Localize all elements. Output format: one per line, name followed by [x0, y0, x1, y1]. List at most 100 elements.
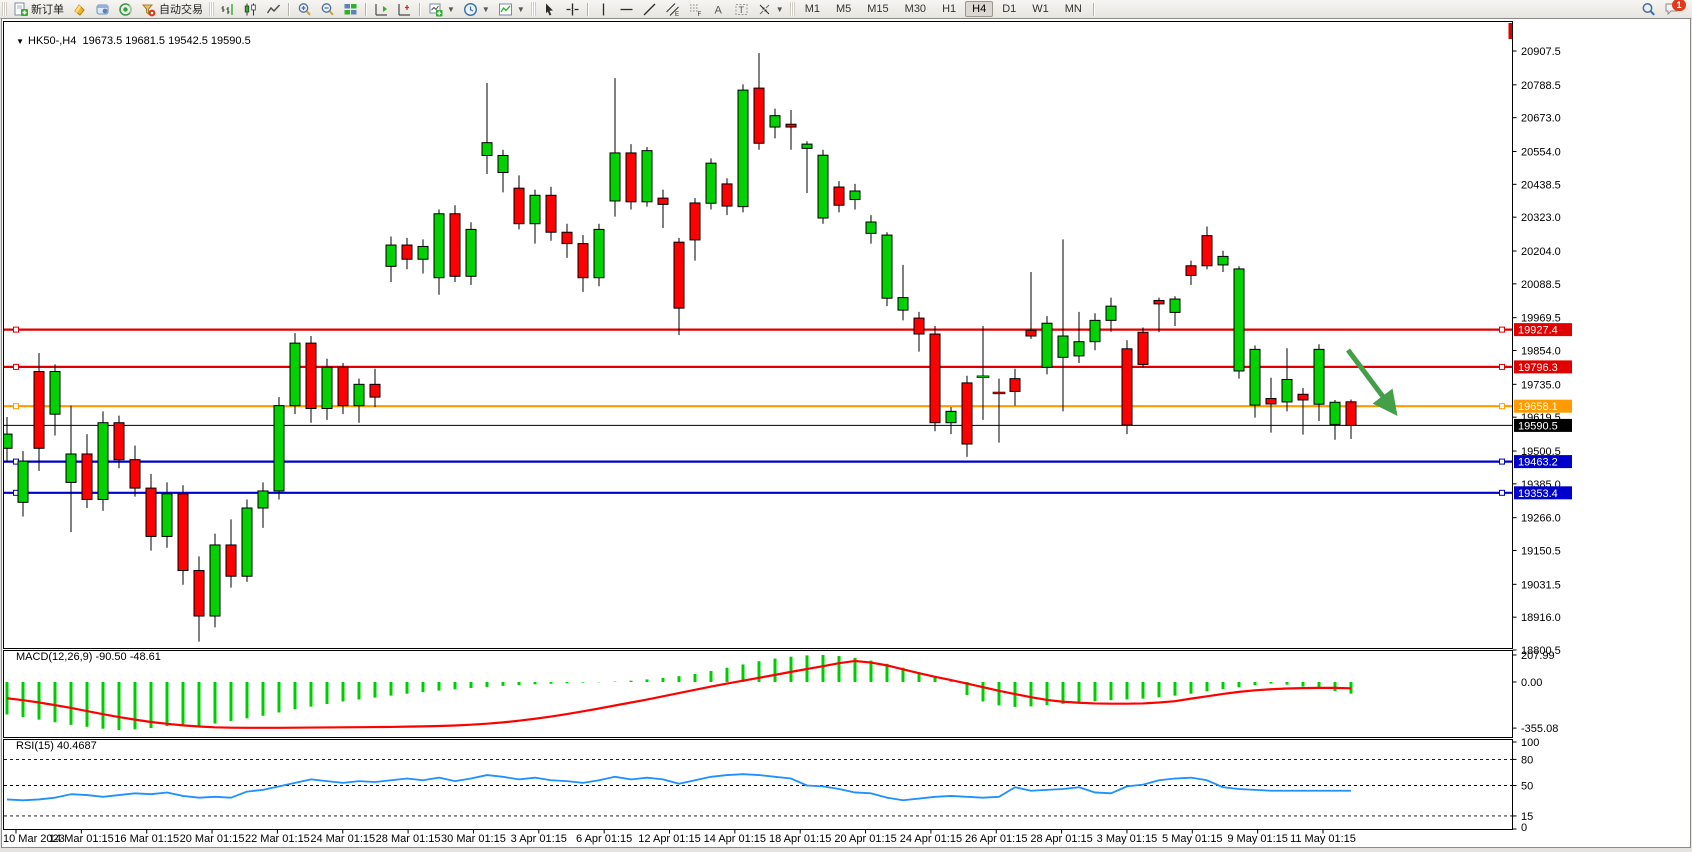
- fibonacci-tool[interactable]: F: [684, 1, 707, 17]
- line-handle[interactable]: [14, 364, 19, 369]
- new-order-label: 新订单: [31, 1, 64, 17]
- axis-marker: [1509, 23, 1513, 39]
- timeframe-button-w1[interactable]: W1: [1025, 1, 1056, 17]
- chart-shift-icon: [397, 2, 412, 17]
- candle-body: [594, 229, 604, 277]
- candle-body: [882, 235, 892, 298]
- line-handle[interactable]: [1500, 404, 1505, 409]
- data-window-button[interactable]: [91, 1, 114, 17]
- autotrade-button[interactable]: 自动交易: [137, 1, 207, 17]
- template-dropdown[interactable]: ▼: [494, 1, 529, 17]
- axis-price-box-label: 19658.1: [1518, 401, 1558, 413]
- line-handle[interactable]: [1500, 364, 1505, 369]
- date-axis-label: 3 Apr 01:15: [511, 833, 567, 845]
- horizontal-line-tool[interactable]: [615, 1, 638, 17]
- clock-icon: [463, 2, 478, 17]
- chart-canvas[interactable]: 20907.520788.520673.020554.020438.520323…: [0, 18, 1692, 852]
- trendline-tool[interactable]: [638, 1, 661, 17]
- shapes-icon: [757, 2, 772, 17]
- crosshair-tool-button[interactable]: [561, 1, 584, 17]
- price-axis-label: 20088.5: [1521, 279, 1561, 291]
- timeframe-button-h4[interactable]: H4: [965, 1, 993, 17]
- date-axis-label: 6 Apr 01:15: [576, 833, 632, 845]
- svg-text:E: E: [675, 12, 679, 17]
- line-chart-button[interactable]: [262, 1, 285, 17]
- candle-body: [1330, 402, 1340, 424]
- candle-body: [1154, 300, 1164, 303]
- axis-price-box-label: 19353.4: [1518, 488, 1558, 500]
- price-axis-label: 20788.5: [1521, 80, 1561, 92]
- timeframe-button-mn[interactable]: MN: [1058, 1, 1089, 17]
- line-handle[interactable]: [1500, 327, 1505, 332]
- candle-body: [914, 318, 924, 334]
- bar-chart-button[interactable]: [216, 1, 239, 17]
- candle-body: [866, 222, 876, 233]
- candle-body: [770, 116, 780, 127]
- search-icon[interactable]: [1641, 2, 1656, 17]
- zoom-out-button[interactable]: [316, 1, 339, 17]
- candle-body: [930, 334, 940, 423]
- candle-body: [386, 245, 396, 266]
- date-axis-label: 24 Mar 01:15: [310, 833, 375, 845]
- axis-price-box-label: 19463.2: [1518, 457, 1558, 469]
- candle-body: [1074, 342, 1084, 356]
- candle-body: [418, 246, 428, 259]
- candle-body: [898, 298, 908, 311]
- candle-body: [450, 214, 460, 277]
- shapes-dropdown[interactable]: ▼: [753, 1, 788, 17]
- rsi-axis-label: 100: [1521, 737, 1539, 749]
- candle-body: [642, 151, 652, 202]
- price-axis-label: 19031.5: [1521, 579, 1561, 591]
- date-axis-label: 14 Mar 01:15: [49, 833, 114, 845]
- candle-body: [1058, 336, 1068, 357]
- candle-body: [1010, 379, 1020, 392]
- notifications-button[interactable]: 1: [1664, 1, 1682, 17]
- timeframe-button-m5[interactable]: M5: [829, 1, 858, 17]
- period-dropdown[interactable]: ▼: [459, 1, 494, 17]
- cursor-tool-button[interactable]: [538, 1, 561, 17]
- navigator-button[interactable]: [114, 1, 137, 17]
- autotrade-label: 自动交易: [159, 1, 203, 17]
- line-handle[interactable]: [14, 327, 19, 332]
- vertical-line-tool[interactable]: [592, 1, 615, 17]
- timeframe-button-d1[interactable]: D1: [995, 1, 1023, 17]
- date-axis-label: 20 Apr 01:15: [834, 833, 896, 845]
- line-handle[interactable]: [1500, 490, 1505, 495]
- toolbar-grip[interactable]: [209, 2, 214, 16]
- candle-body: [258, 491, 268, 508]
- autotrade-icon: [141, 2, 156, 17]
- timeframe-button-h1[interactable]: H1: [935, 1, 963, 17]
- label-tool[interactable]: T: [730, 1, 753, 17]
- toolbar-grip[interactable]: [531, 2, 536, 16]
- chevron-down-icon: ▼: [482, 5, 490, 14]
- price-axis-label: 20204.0: [1521, 246, 1561, 258]
- new-order-button[interactable]: 新订单: [9, 1, 68, 17]
- cursor-icon: [542, 2, 557, 17]
- bar-chart-icon: [220, 2, 235, 17]
- channel-tool[interactable]: E: [661, 1, 684, 17]
- text-tool[interactable]: A: [707, 1, 730, 17]
- label-icon: T: [734, 2, 749, 17]
- candle-body: [658, 198, 668, 204]
- chart-shift-button[interactable]: [393, 1, 416, 17]
- horizontal-line-icon: [619, 2, 634, 17]
- timeframe-button-m15[interactable]: M15: [860, 1, 895, 17]
- macd-axis-label: 0.00: [1521, 677, 1542, 689]
- price-axis-label: 20673.0: [1521, 113, 1561, 125]
- line-handle[interactable]: [14, 404, 19, 409]
- toolbar-grip[interactable]: [2, 2, 7, 16]
- indicators-icon: [498, 2, 513, 17]
- new-chart-dropdown[interactable]: ▼: [424, 1, 459, 17]
- date-axis-label: 28 Apr 01:15: [1030, 833, 1092, 845]
- candlestick-chart-button[interactable]: [239, 1, 262, 17]
- auto-scroll-button[interactable]: [370, 1, 393, 17]
- timeframe-button-m1[interactable]: M1: [798, 1, 827, 17]
- timeframe-button-m30[interactable]: M30: [898, 1, 933, 17]
- toolbar-grip[interactable]: [790, 2, 795, 16]
- rsi-axis-label: 80: [1521, 754, 1533, 766]
- date-axis-label: 30 Mar 01:15: [441, 833, 506, 845]
- tile-windows-button[interactable]: [339, 1, 362, 17]
- market-watch-button[interactable]: [68, 1, 91, 17]
- zoom-in-button[interactable]: [293, 1, 316, 17]
- line-handle[interactable]: [1500, 459, 1505, 464]
